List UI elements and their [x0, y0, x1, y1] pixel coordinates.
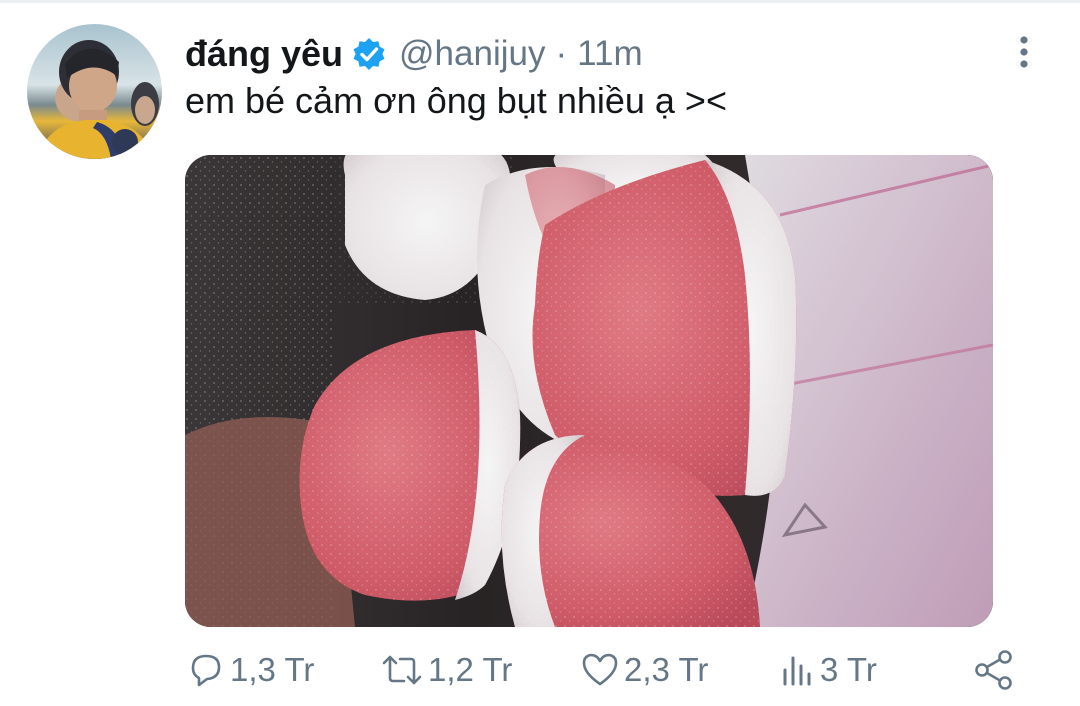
tweet-actions: 1,3 Tr 1,2 Tr 2,3 Tr 3 Tr: [0, 640, 1080, 700]
avatar-photo: [37, 40, 159, 159]
author-name[interactable]: đáng yêu: [185, 33, 343, 75]
tweet[interactable]: đáng yêu @hanijuy · 11m em bé cảm ơn ông…: [0, 0, 1080, 706]
verified-badge-icon: [351, 36, 387, 72]
tweet-text: em bé cảm ơn ông bụt nhiều ạ ><: [185, 80, 727, 121]
retweet-button[interactable]: 1,2 Tr: [380, 640, 512, 700]
reply-icon: [191, 654, 221, 687]
reply-button[interactable]: 1,3 Tr: [186, 640, 314, 700]
candy-photo: [185, 155, 993, 627]
tweet-header: đáng yêu @hanijuy · 11m: [185, 30, 643, 78]
like-count: 2,3 Tr: [624, 651, 709, 688]
divider: [0, 0, 1080, 3]
retweet-icon: [382, 655, 422, 685]
share-button[interactable]: [972, 640, 1020, 700]
tweet-media-photo[interactable]: [185, 155, 993, 627]
avatar[interactable]: [27, 24, 162, 159]
views-button[interactable]: 3 Tr: [780, 640, 877, 700]
more-vertical-icon[interactable]: [1010, 34, 1038, 70]
retweet-count: 1,2 Tr: [428, 651, 513, 688]
share-icon: [975, 650, 1012, 690]
reply-count: 1,3 Tr: [230, 651, 315, 688]
heart-icon: [582, 653, 618, 686]
timestamp[interactable]: 11m: [577, 34, 643, 74]
like-button[interactable]: 2,3 Tr: [580, 640, 708, 700]
separator-dot: ·: [555, 34, 568, 73]
analytics-icon: [783, 656, 811, 686]
author-handle[interactable]: @hanijuy: [399, 34, 545, 74]
views-count: 3 Tr: [820, 651, 877, 688]
